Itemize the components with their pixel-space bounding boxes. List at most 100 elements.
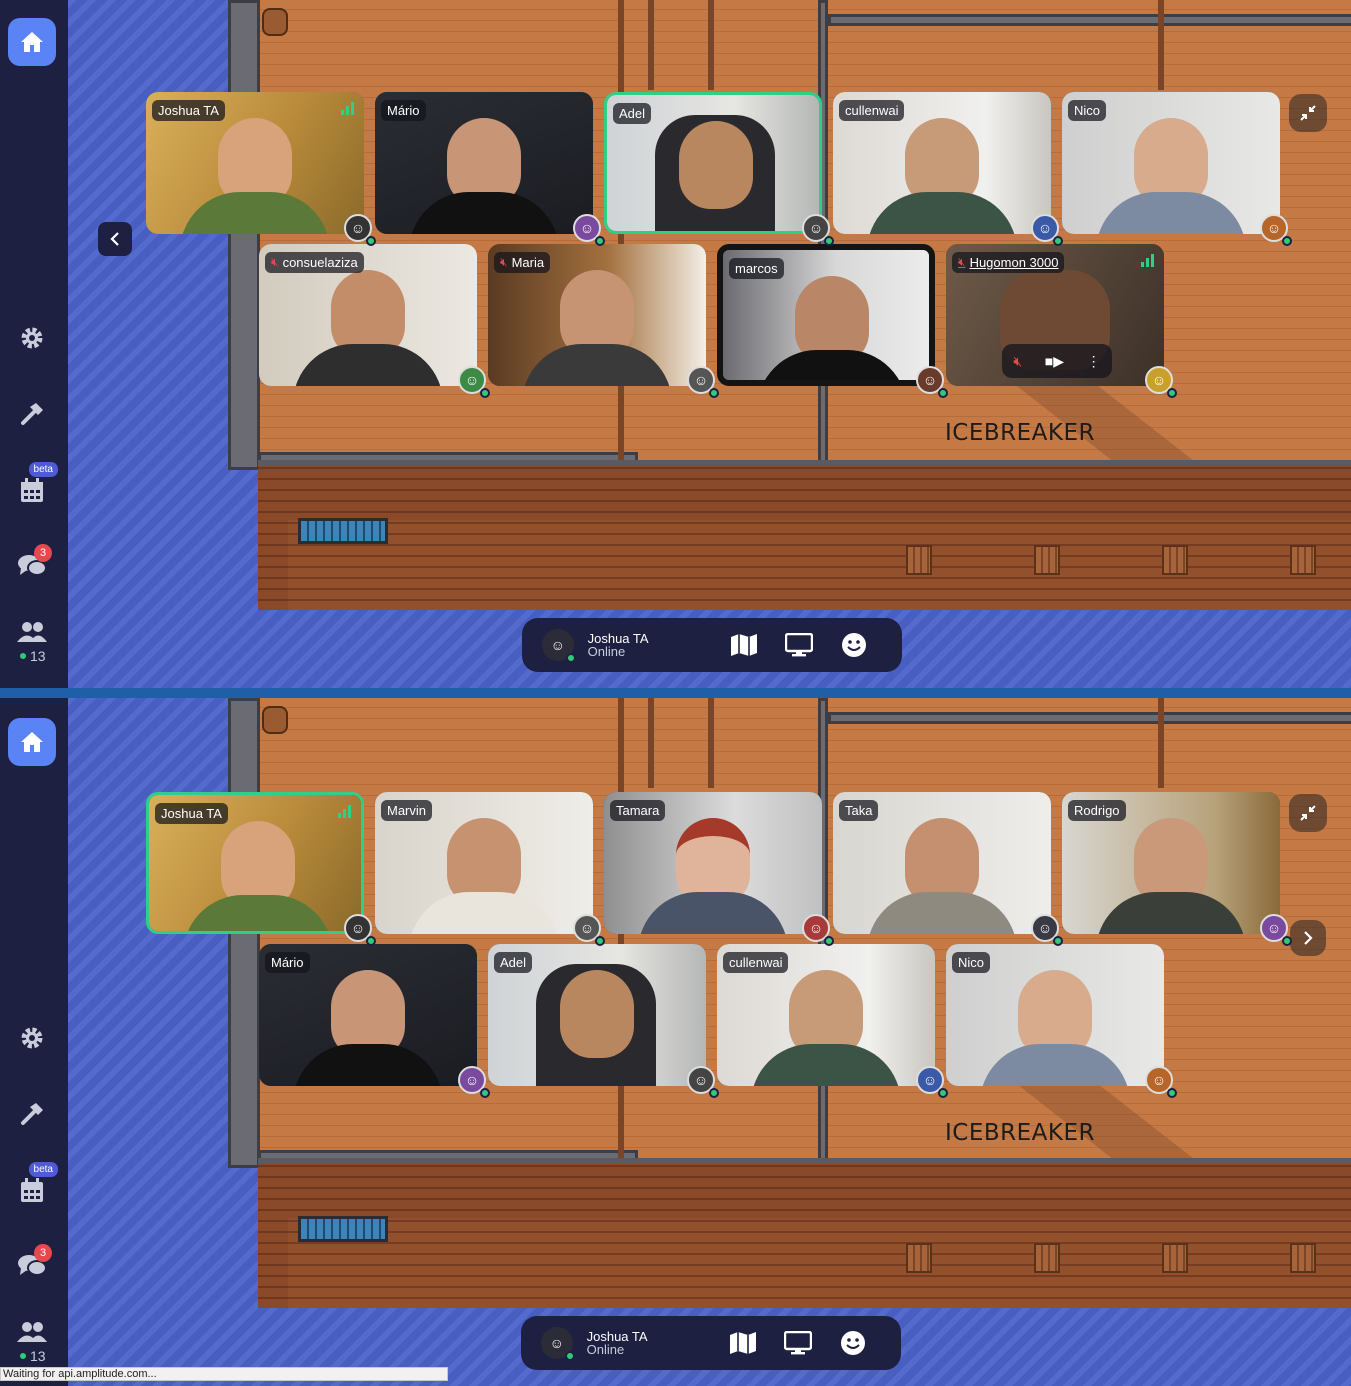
settings-button[interactable] <box>8 314 56 362</box>
gear-icon <box>21 1027 43 1049</box>
online-dot <box>20 1353 26 1359</box>
video-tile[interactable]: 🔇︎ Hugomon 3000 🔇︎ ■▶ ⋮ <box>946 244 1164 386</box>
screen-share-button[interactable] <box>771 633 826 657</box>
screen-share-button[interactable] <box>770 1331 825 1355</box>
people-icon <box>17 622 47 642</box>
video-tile[interactable]: Taka <box>833 792 1051 934</box>
chat-button[interactable]: 3 <box>8 542 56 590</box>
video-tile-active-speaker[interactable]: Joshua TA <box>146 792 364 934</box>
home-button[interactable] <box>8 718 56 766</box>
video-tile[interactable]: marcos <box>717 244 935 386</box>
minimize-videos-button[interactable] <box>1289 794 1327 832</box>
participant-name-tag: cullenwai <box>839 100 905 121</box>
settings-button[interactable] <box>8 1014 56 1062</box>
participant-name-tag: Rodrigo <box>1068 800 1126 821</box>
mute-toggle-icon[interactable]: 🔇︎ <box>1013 353 1022 370</box>
hammer-icon <box>21 1103 43 1125</box>
screen-share-icon <box>784 1331 813 1355</box>
screenshot-divider <box>0 688 1351 698</box>
calendar-icon <box>21 1178 43 1202</box>
previous-page-button[interactable] <box>98 222 132 256</box>
emoji-button[interactable] <box>826 1330 881 1356</box>
signal-strength-icon <box>338 805 351 818</box>
video-tile[interactable]: Mário <box>375 92 593 234</box>
minimize-icon <box>1300 805 1316 821</box>
sidebar: beta 3 13 <box>0 698 68 1386</box>
participant-name-tag: marcos <box>729 258 784 279</box>
my-avatar[interactable]: ☺ <box>542 629 576 663</box>
chat-unread-badge: 3 <box>34 544 52 562</box>
player-avatar: ☺ <box>1031 914 1063 946</box>
participant-name-tag: Joshua TA <box>155 803 228 824</box>
participant-face <box>679 121 753 209</box>
emoji-icon <box>842 633 867 657</box>
people-icon <box>17 1322 47 1342</box>
player-avatar: ☺ <box>573 914 605 946</box>
video-tile-active-speaker[interactable]: Adel <box>604 92 822 234</box>
build-button[interactable] <box>8 1090 56 1138</box>
my-avatar[interactable]: ☺ <box>541 1327 575 1361</box>
map-button[interactable] <box>716 633 771 657</box>
map-button[interactable] <box>715 1331 770 1355</box>
mic-off-icon: 🔇︎ <box>958 255 966 269</box>
player-avatar: ☺ <box>458 1066 490 1098</box>
video-tile[interactable]: 🔇︎ consuelaziza <box>259 244 477 386</box>
video-tile[interactable]: Mário <box>259 944 477 1086</box>
beta-badge: beta <box>28 1162 58 1177</box>
more-options-icon[interactable]: ⋮ <box>1087 353 1101 370</box>
map-icon <box>730 634 757 656</box>
home-icon <box>21 32 43 52</box>
minimize-videos-button[interactable] <box>1289 94 1327 132</box>
video-tile[interactable]: cullenwai <box>833 92 1051 234</box>
player-avatar: ☺ <box>916 1066 948 1098</box>
video-tile[interactable]: Rodrigo <box>1062 792 1280 934</box>
player-avatar: ☺ <box>802 914 834 946</box>
beta-badge: beta <box>28 462 58 477</box>
player-avatar: ☺ <box>1145 1066 1177 1098</box>
build-button[interactable] <box>8 390 56 438</box>
calendar-button[interactable]: beta <box>8 1162 58 1214</box>
player-avatar: ☺ <box>344 214 376 246</box>
video-tile[interactable]: Marvin <box>375 792 593 934</box>
hammer-icon <box>21 403 43 425</box>
video-tile[interactable]: Tamara <box>604 792 822 934</box>
video-tile[interactable]: 🔇︎ Maria <box>488 244 706 386</box>
chat-unread-badge: 3 <box>34 1244 52 1262</box>
my-user-info[interactable]: Joshua TA Online <box>587 1330 715 1356</box>
my-user-info[interactable]: Joshua TA Online <box>588 632 716 658</box>
chevron-left-icon <box>110 232 119 246</box>
home-button[interactable] <box>8 18 56 66</box>
video-tile[interactable]: Nico <box>1062 92 1280 234</box>
session-view-bottom: ICEBREAKER beta 3 13 Joshua TA Marvin Ta… <box>0 698 1351 1386</box>
gear-icon <box>21 327 43 349</box>
emoji-button[interactable] <box>827 632 882 658</box>
player-avatar: ☺ <box>916 366 948 398</box>
participant-name-tag: Nico <box>1068 100 1107 121</box>
participant-name-tag: Taka <box>839 800 879 821</box>
player-avatar: ☺ <box>802 214 834 246</box>
video-tile[interactable]: Adel <box>488 944 706 1086</box>
player-avatar: ☺ <box>1260 914 1292 946</box>
participant-name-tag: Marvin <box>381 800 433 821</box>
online-dot <box>20 653 26 659</box>
mic-off-icon: 🔇︎ <box>271 255 279 269</box>
player-avatar: ☺ <box>573 214 605 246</box>
player-avatar: ☺ <box>1260 214 1292 246</box>
player-avatar: ☺ <box>458 366 490 398</box>
online-count: 13 <box>20 1348 46 1364</box>
player-avatar: ☺ <box>1031 214 1063 246</box>
chat-button[interactable]: 3 <box>8 1242 56 1290</box>
camera-icon[interactable]: ■▶ <box>1045 353 1064 370</box>
next-page-button[interactable] <box>1290 920 1326 956</box>
video-tile[interactable]: Nico <box>946 944 1164 1086</box>
screen-share-icon <box>785 633 814 657</box>
participant-name-tag: Tamara <box>610 800 666 821</box>
video-tile[interactable]: Joshua TA <box>146 92 364 234</box>
signal-strength-icon <box>341 102 354 115</box>
player-avatar: ☺ <box>687 366 719 398</box>
sidebar: beta 3 13 <box>0 0 68 688</box>
video-tile[interactable]: cullenwai <box>717 944 935 1086</box>
participant-name-tag: 🔇︎ Hugomon 3000 <box>952 252 1065 273</box>
calendar-button[interactable]: beta <box>8 462 58 514</box>
room-label: ICEBREAKER <box>945 420 1095 446</box>
